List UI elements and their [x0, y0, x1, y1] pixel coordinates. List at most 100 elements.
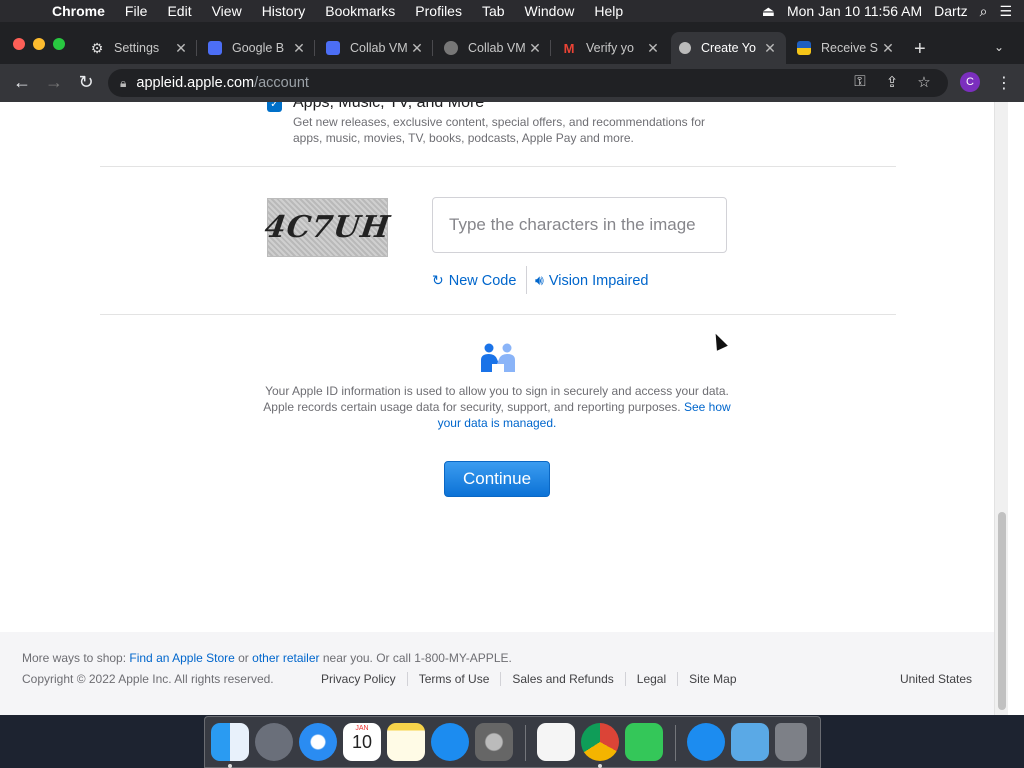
tab-settings[interactable]: ⚙ Settings ✕ [82, 32, 197, 64]
gear-icon: ⚙ [90, 39, 104, 56]
chrome-menu-icon[interactable]: ⋮ [996, 73, 1012, 93]
system-preferences-icon[interactable] [475, 723, 513, 761]
app-store-icon[interactable] [431, 723, 469, 761]
close-tab-icon[interactable]: ✕ [291, 40, 307, 57]
minimize-window-button[interactable] [33, 38, 45, 50]
tab-title: Verify yo [586, 41, 634, 55]
chrome-icon[interactable] [581, 723, 619, 761]
country-selector[interactable]: United States [900, 672, 972, 686]
divider [100, 166, 896, 167]
web-page: ✓ Apps, Music, TV, and More Get new rele… [0, 102, 994, 715]
tab-receive-sms[interactable]: Receive S ✕ [789, 32, 904, 64]
tab-collab-vm-2[interactable]: Collab VM ✕ [436, 32, 551, 64]
macos-dock: JAN 10 [204, 716, 821, 768]
menu-window[interactable]: Window [515, 3, 585, 19]
tab-verify[interactable]: M Verify yo ✕ [554, 32, 669, 64]
tab-title: Settings [114, 41, 160, 55]
sms-flag-icon [797, 41, 811, 55]
menu-history[interactable]: History [252, 3, 316, 19]
close-tab-icon[interactable]: ✕ [409, 40, 425, 57]
eject-icon[interactable]: ⏏ [762, 3, 775, 20]
macos-menu-bar: Chrome File Edit View History Bookmarks … [0, 0, 1024, 22]
lock-icon[interactable]: 🔒︎ [120, 76, 126, 91]
close-window-button[interactable] [13, 38, 25, 50]
divider [100, 314, 896, 315]
key-icon[interactable]: ⚿ [844, 73, 876, 91]
tab-title: Create Yo [701, 41, 756, 55]
menu-bookmarks[interactable]: Bookmarks [315, 3, 405, 19]
captcha-image: 4C7UH [262, 198, 393, 257]
new-code-button[interactable]: ↻ New Code [432, 272, 516, 289]
footer-shop-line: More ways to shop: Find an Apple Store o… [22, 651, 512, 665]
close-tab-icon[interactable]: ✕ [173, 40, 189, 57]
menu-tab[interactable]: Tab [472, 3, 515, 19]
gmail-icon: M [563, 40, 575, 56]
forward-icon[interactable]: → [44, 72, 64, 93]
menubar-user[interactable]: Dartz [934, 3, 967, 19]
tab-create-apple-id[interactable]: Create Yo ✕ [671, 32, 786, 64]
vision-impaired-button[interactable]: 🔊︎ Vision Impaired [535, 272, 649, 289]
privacy-policy-link[interactable]: Privacy Policy [310, 672, 408, 686]
address-bar[interactable]: 🔒︎ appleid.apple.com/account ⚿ ⇪ ☆ [108, 69, 948, 97]
menubar-clock[interactable]: Mon Jan 10 11:56 AM [787, 3, 922, 19]
apple-icon [679, 42, 691, 54]
tab-strip: ⚙ Settings ✕ Google B ✕ Collab VM ✕ Coll… [0, 22, 1024, 64]
facetime-icon[interactable] [625, 723, 663, 761]
menu-chrome[interactable]: Chrome [42, 3, 115, 19]
tab-title: Collab VM [468, 41, 526, 55]
page-footer: More ways to shop: Find an Apple Store o… [0, 632, 994, 715]
continue-button[interactable]: Continue [444, 461, 550, 497]
other-retailer-link[interactable]: other retailer [252, 651, 319, 665]
share-icon[interactable]: ⇪ [876, 73, 908, 91]
menu-file[interactable]: File [115, 3, 158, 19]
find-apple-store-link[interactable]: Find an Apple Store [129, 651, 234, 665]
close-tab-icon[interactable]: ✕ [762, 40, 778, 57]
close-tab-icon[interactable]: ✕ [527, 40, 543, 57]
trash-icon[interactable] [775, 723, 807, 761]
address-host: appleid.apple.com [136, 75, 255, 91]
reload-icon[interactable]: ↻ [76, 72, 96, 93]
captcha-input[interactable] [432, 197, 727, 253]
folder-icon[interactable] [731, 723, 769, 761]
new-tab-icon[interactable]: + [914, 38, 926, 61]
google-sites-icon [208, 41, 222, 55]
privacy-handshake-icon [481, 343, 515, 372]
back-icon[interactable]: ← [12, 72, 32, 93]
close-tab-icon[interactable]: ✕ [880, 40, 896, 57]
terms-of-use-link[interactable]: Terms of Use [408, 672, 502, 686]
textedit-icon[interactable] [537, 723, 575, 761]
tab-search-chevron-icon[interactable]: ⌄ [994, 40, 1004, 54]
footer-links: Privacy Policy Terms of Use Sales and Re… [310, 672, 748, 686]
menu-view[interactable]: View [202, 3, 252, 19]
legal-link[interactable]: Legal [626, 672, 679, 686]
close-tab-icon[interactable]: ✕ [645, 40, 661, 57]
sales-refunds-link[interactable]: Sales and Refunds [501, 672, 626, 686]
apps-music-checkbox[interactable]: ✓ [267, 102, 282, 112]
launchpad-icon[interactable] [255, 723, 293, 761]
menu-edit[interactable]: Edit [157, 3, 201, 19]
profile-avatar[interactable]: C [960, 72, 980, 92]
divider [526, 266, 527, 294]
copyright: Copyright © 2022 Apple Inc. All rights r… [22, 672, 274, 686]
notes-icon[interactable] [387, 723, 425, 761]
site-map-link[interactable]: Site Map [678, 672, 747, 686]
tab-collab-vm-1[interactable]: Collab VM ✕ [318, 32, 433, 64]
calendar-icon[interactable]: JAN 10 [343, 723, 381, 761]
tab-title: Receive S [821, 41, 878, 55]
control-center-icon[interactable]: ☰ [999, 3, 1012, 20]
menu-help[interactable]: Help [584, 3, 633, 19]
safari-icon[interactable] [299, 723, 337, 761]
scrollbar-thumb[interactable] [998, 512, 1006, 710]
finder-icon[interactable] [211, 723, 249, 761]
page-scrollbar[interactable] [994, 102, 1008, 715]
menu-profiles[interactable]: Profiles [405, 3, 472, 19]
downloads-app-store-icon[interactable] [687, 723, 725, 761]
tab-title: Collab VM [350, 41, 408, 55]
option-description: Get new releases, exclusive content, spe… [293, 115, 705, 145]
zoom-window-button[interactable] [53, 38, 65, 50]
refresh-icon: ↻ [432, 272, 444, 288]
tab-google-b[interactable]: Google B ✕ [200, 32, 315, 64]
browser-toolbar: ← → ↻ 🔒︎ appleid.apple.com/account ⚿ ⇪ ☆ [0, 64, 1024, 102]
bookmark-star-icon[interactable]: ☆ [908, 73, 940, 91]
spotlight-search-icon[interactable]: ⌕ [980, 3, 988, 20]
